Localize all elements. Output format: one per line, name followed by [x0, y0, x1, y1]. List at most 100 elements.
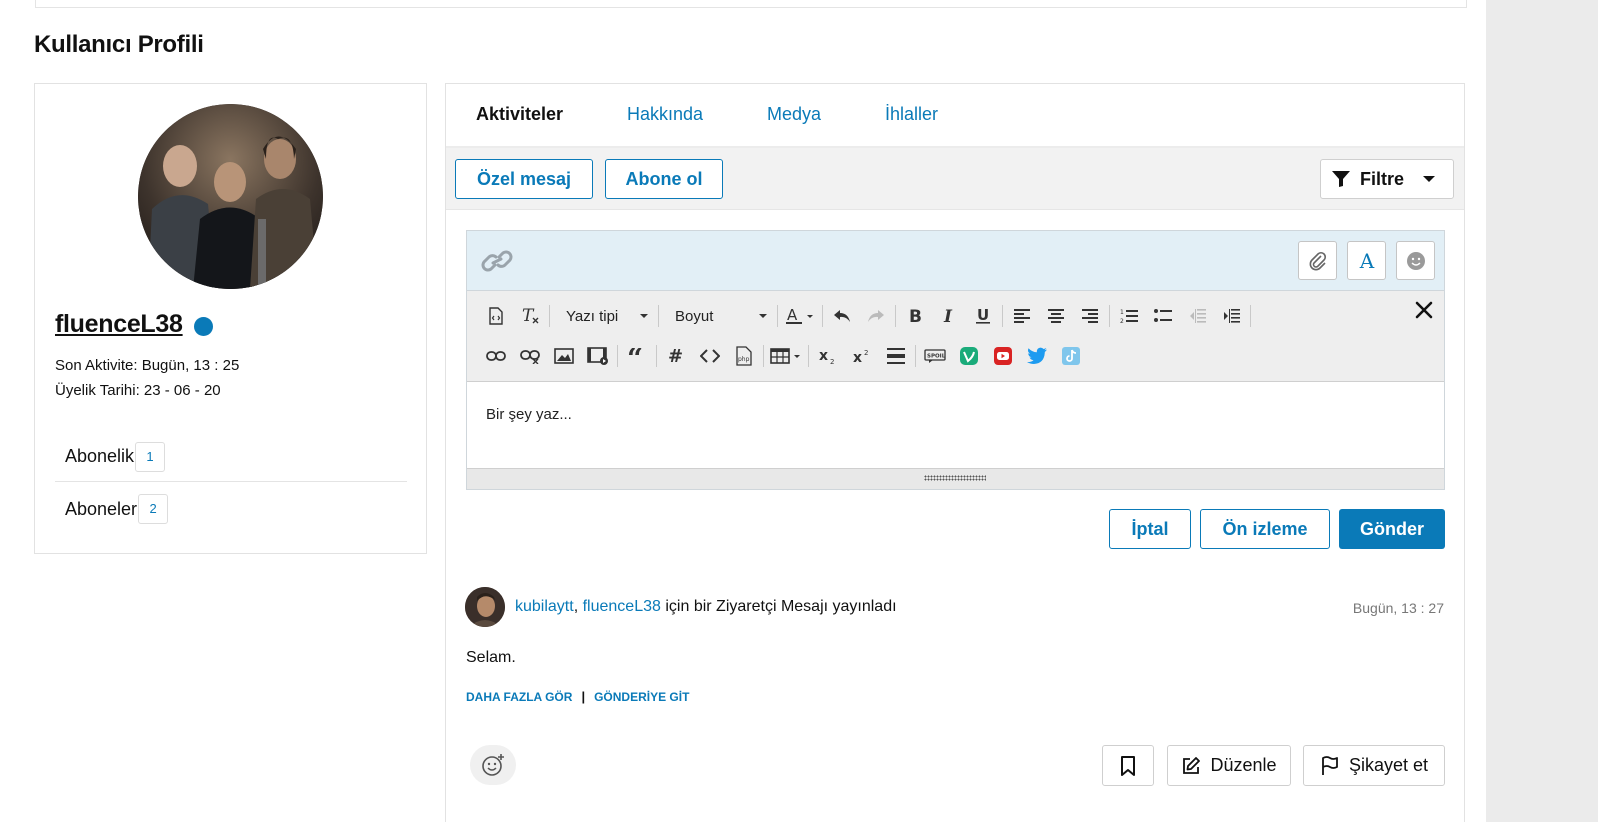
- editor-toolbar: T Yazı tipi Boyut A B I U 1 2 # php x 2 …: [467, 291, 1444, 382]
- close-icon[interactable]: [1415, 301, 1433, 319]
- toolbar-separator: [656, 345, 657, 367]
- post-target-link[interactable]: fluenceL38: [583, 598, 661, 615]
- svg-text:php: php: [738, 356, 750, 363]
- avatar[interactable]: [138, 104, 323, 289]
- emoji-add-icon: [482, 754, 504, 776]
- emoji-icon[interactable]: [1396, 241, 1435, 280]
- twitter-icon[interactable]: [1022, 341, 1052, 371]
- add-reaction-button[interactable]: [470, 745, 516, 785]
- toolbar-separator: [1002, 305, 1003, 327]
- undo-icon[interactable]: [827, 301, 857, 331]
- page-title: Kullanıcı Profili: [34, 31, 204, 58]
- private-message-button[interactable]: Özel mesaj: [455, 159, 593, 199]
- action-bar: Özel mesaj Abone ol Filtre: [446, 148, 1464, 210]
- unlink-icon[interactable]: [515, 341, 545, 371]
- unordered-list-icon[interactable]: [1148, 301, 1178, 331]
- cancel-button[interactable]: İptal: [1109, 509, 1191, 549]
- page: Kullanıcı Profili fluenceL38 Son Aktivit…: [0, 0, 1486, 822]
- svg-text:I: I: [943, 307, 953, 325]
- font-family-label: Yazı tipi: [566, 307, 619, 325]
- message-placeholder: Bir şey yaz...: [486, 406, 572, 423]
- ordered-list-icon[interactable]: 12: [1114, 301, 1144, 331]
- filter-icon: [1332, 171, 1350, 187]
- font-style-icon[interactable]: A: [1347, 241, 1386, 280]
- editor-header: A: [467, 231, 1444, 291]
- subscript-icon[interactable]: x2: [813, 341, 843, 371]
- tab-activities[interactable]: Aktiviteler: [476, 104, 563, 125]
- quote-icon[interactable]: “: [622, 341, 652, 371]
- tiktok-icon[interactable]: [1056, 341, 1086, 371]
- font-size-label: Boyut: [675, 307, 714, 325]
- source-icon[interactable]: [481, 301, 511, 331]
- links-divider: |: [581, 689, 586, 704]
- go-to-post-link[interactable]: GÖNDERİYE GİT: [594, 690, 689, 704]
- preview-button[interactable]: Ön izleme: [1200, 509, 1330, 549]
- underline-icon[interactable]: U: [968, 301, 998, 331]
- edit-button[interactable]: Düzenle: [1167, 745, 1291, 786]
- link-icon[interactable]: [481, 247, 513, 275]
- align-right-icon[interactable]: [1075, 301, 1105, 331]
- filter-button[interactable]: Filtre: [1320, 159, 1454, 199]
- svg-text:#: #: [668, 347, 683, 365]
- svg-text:x: x: [819, 348, 828, 364]
- bookmark-button[interactable]: [1102, 745, 1154, 786]
- indent-icon[interactable]: [1216, 301, 1246, 331]
- align-center-icon[interactable]: [1041, 301, 1071, 331]
- svg-text:2: 2: [1120, 318, 1124, 324]
- editor-resize-handle[interactable]: [467, 468, 1444, 489]
- toolbar-separator: [617, 345, 618, 367]
- toolbar-separator: [1250, 305, 1251, 327]
- post-author-avatar[interactable]: [465, 587, 505, 627]
- toolbar-separator: [1109, 305, 1110, 327]
- bold-icon[interactable]: B: [900, 301, 930, 331]
- svg-text:U: U: [977, 307, 989, 324]
- vine-icon[interactable]: [954, 341, 984, 371]
- font-color-icon[interactable]: A: [782, 301, 818, 331]
- send-button[interactable]: Gönder: [1339, 509, 1445, 549]
- superscript-icon[interactable]: x2: [847, 341, 877, 371]
- font-family-select[interactable]: Yazı tipi: [554, 301, 654, 331]
- message-textarea[interactable]: Bir şey yaz...: [467, 382, 1444, 468]
- tab-media[interactable]: Medya: [767, 104, 821, 125]
- attachment-icon[interactable]: [1298, 241, 1337, 280]
- tab-bar: Aktiviteler Hakkında Medya İhlaller: [446, 84, 1464, 148]
- report-button[interactable]: Şikayet et: [1303, 745, 1445, 786]
- username-link[interactable]: fluenceL38: [55, 310, 183, 339]
- filter-label: Filtre: [1360, 168, 1405, 189]
- see-more-link[interactable]: DAHA FAZLA GÖR: [466, 690, 572, 704]
- code-icon[interactable]: [695, 341, 725, 371]
- subscribe-button[interactable]: Abone ol: [605, 159, 723, 199]
- post-header: kubilaytt, fluenceL38 için bir Ziyaretçi…: [515, 598, 897, 616]
- hashtag-icon[interactable]: #: [661, 341, 691, 371]
- toolbar-separator: [915, 345, 916, 367]
- report-label: Şikayet et: [1348, 755, 1429, 775]
- svg-text:A: A: [787, 306, 798, 324]
- horizontal-rule-icon[interactable]: [881, 341, 911, 371]
- link-icon[interactable]: [481, 341, 511, 371]
- media-icon[interactable]: [583, 341, 613, 371]
- redo-icon[interactable]: [861, 301, 891, 331]
- svg-text:A: A: [1358, 251, 1374, 271]
- svg-text:B: B: [909, 307, 922, 325]
- font-size-select[interactable]: Boyut: [663, 301, 773, 331]
- align-left-icon[interactable]: [1007, 301, 1037, 331]
- stat-subscriptions[interactable]: Abonelik 1: [55, 432, 407, 482]
- post-author-link[interactable]: kubilaytt: [515, 598, 574, 615]
- remove-format-icon[interactable]: T: [515, 301, 545, 331]
- chevron-down-icon: [640, 314, 648, 318]
- stat-subscribers[interactable]: Aboneler 2: [55, 484, 407, 534]
- top-strip: [35, 0, 1467, 8]
- toolbar-row-1: T Yazı tipi Boyut A B I U 1 2: [481, 301, 1255, 331]
- tab-about[interactable]: Hakkında: [627, 104, 703, 125]
- toolbar-separator: [658, 305, 659, 327]
- tab-violations[interactable]: İhlaller: [885, 104, 938, 125]
- table-icon[interactable]: [768, 341, 804, 371]
- message-editor: A T Yazı tipi Boyut A B I U 1 2 # php x …: [466, 230, 1445, 490]
- spoiler-icon[interactable]: SPOIL: [920, 341, 950, 371]
- italic-icon[interactable]: I: [934, 301, 964, 331]
- youtube-icon[interactable]: [988, 341, 1018, 371]
- outdent-icon[interactable]: [1182, 301, 1212, 331]
- php-icon[interactable]: php: [729, 341, 759, 371]
- image-icon[interactable]: [549, 341, 579, 371]
- svg-text:2: 2: [864, 349, 868, 357]
